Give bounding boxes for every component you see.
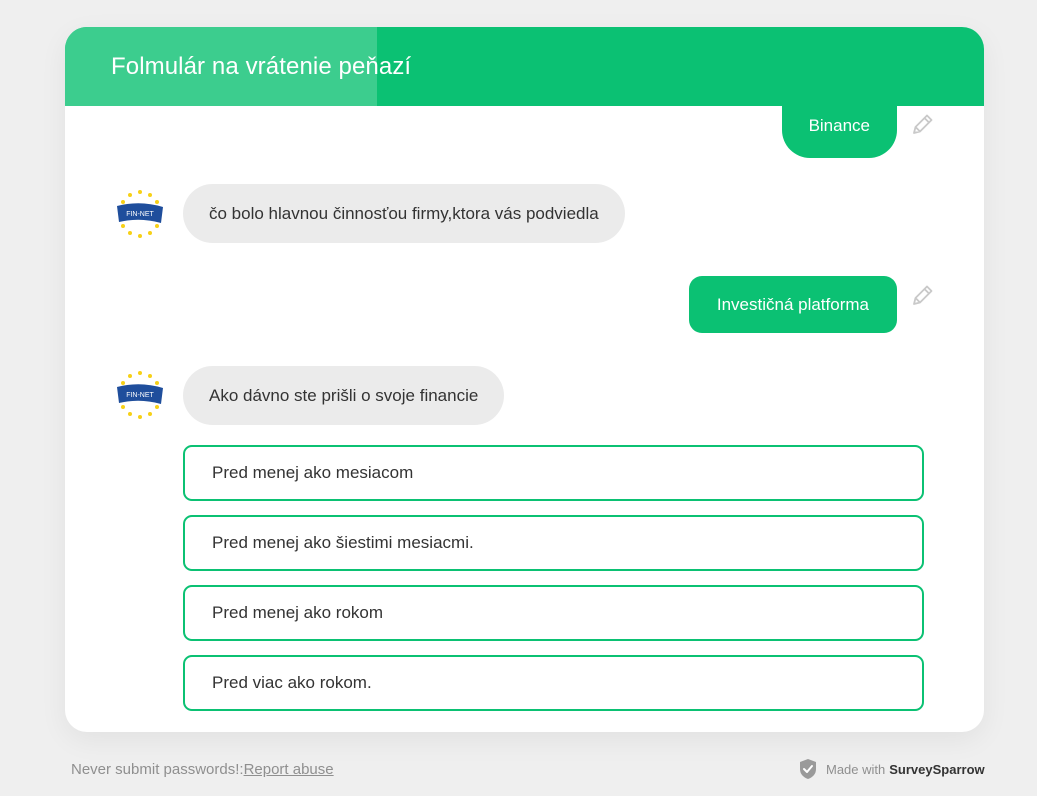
footer-warning: Never submit passwords!:Report abuse	[71, 761, 334, 778]
header-bar: Folmulár na vrátenie peňazí	[65, 27, 984, 106]
user-answer-bubble: Investičná platforma	[688, 276, 897, 333]
bot-avatar: FIN-NET	[117, 371, 163, 419]
user-answer-bubble: Binance	[781, 101, 897, 158]
bot-avatar-label: FIN-NET	[126, 392, 154, 399]
bot-question-bubble: Ako dávno ste prišli o svoje financie	[183, 366, 505, 425]
option-button[interactable]: Pred menej ako mesiacom	[183, 445, 924, 501]
surveysparrow-logo-icon	[800, 759, 816, 779]
made-with-label: Made with	[826, 761, 886, 777]
report-abuse-link[interactable]: Report abuse	[244, 761, 334, 778]
option-button[interactable]: Pred menej ako rokom	[183, 585, 924, 641]
bot-avatar-label: FIN-NET	[126, 211, 154, 218]
option-button[interactable]: Pred menej ako šiestimi mesiacmi.	[183, 515, 924, 571]
brand-name: SurveySparrow	[889, 761, 985, 777]
bot-question-bubble: čo bolo hlavnou činnosťou firmy,ktora vá…	[183, 184, 625, 243]
page-title: Folmulár na vrátenie peňazí	[111, 53, 412, 80]
password-warning: Never submit passwords!:	[71, 761, 244, 778]
survey-card: Folmulár na vrátenie peňazí Binance FIN-…	[65, 27, 984, 732]
pencil-icon[interactable]	[908, 282, 936, 310]
pencil-icon[interactable]	[908, 111, 936, 139]
made-with-badge[interactable]: Made with SurveySparrow	[796, 756, 985, 782]
bot-avatar: FIN-NET	[117, 190, 163, 238]
option-button[interactable]: Pred viac ako rokom.	[183, 655, 924, 711]
